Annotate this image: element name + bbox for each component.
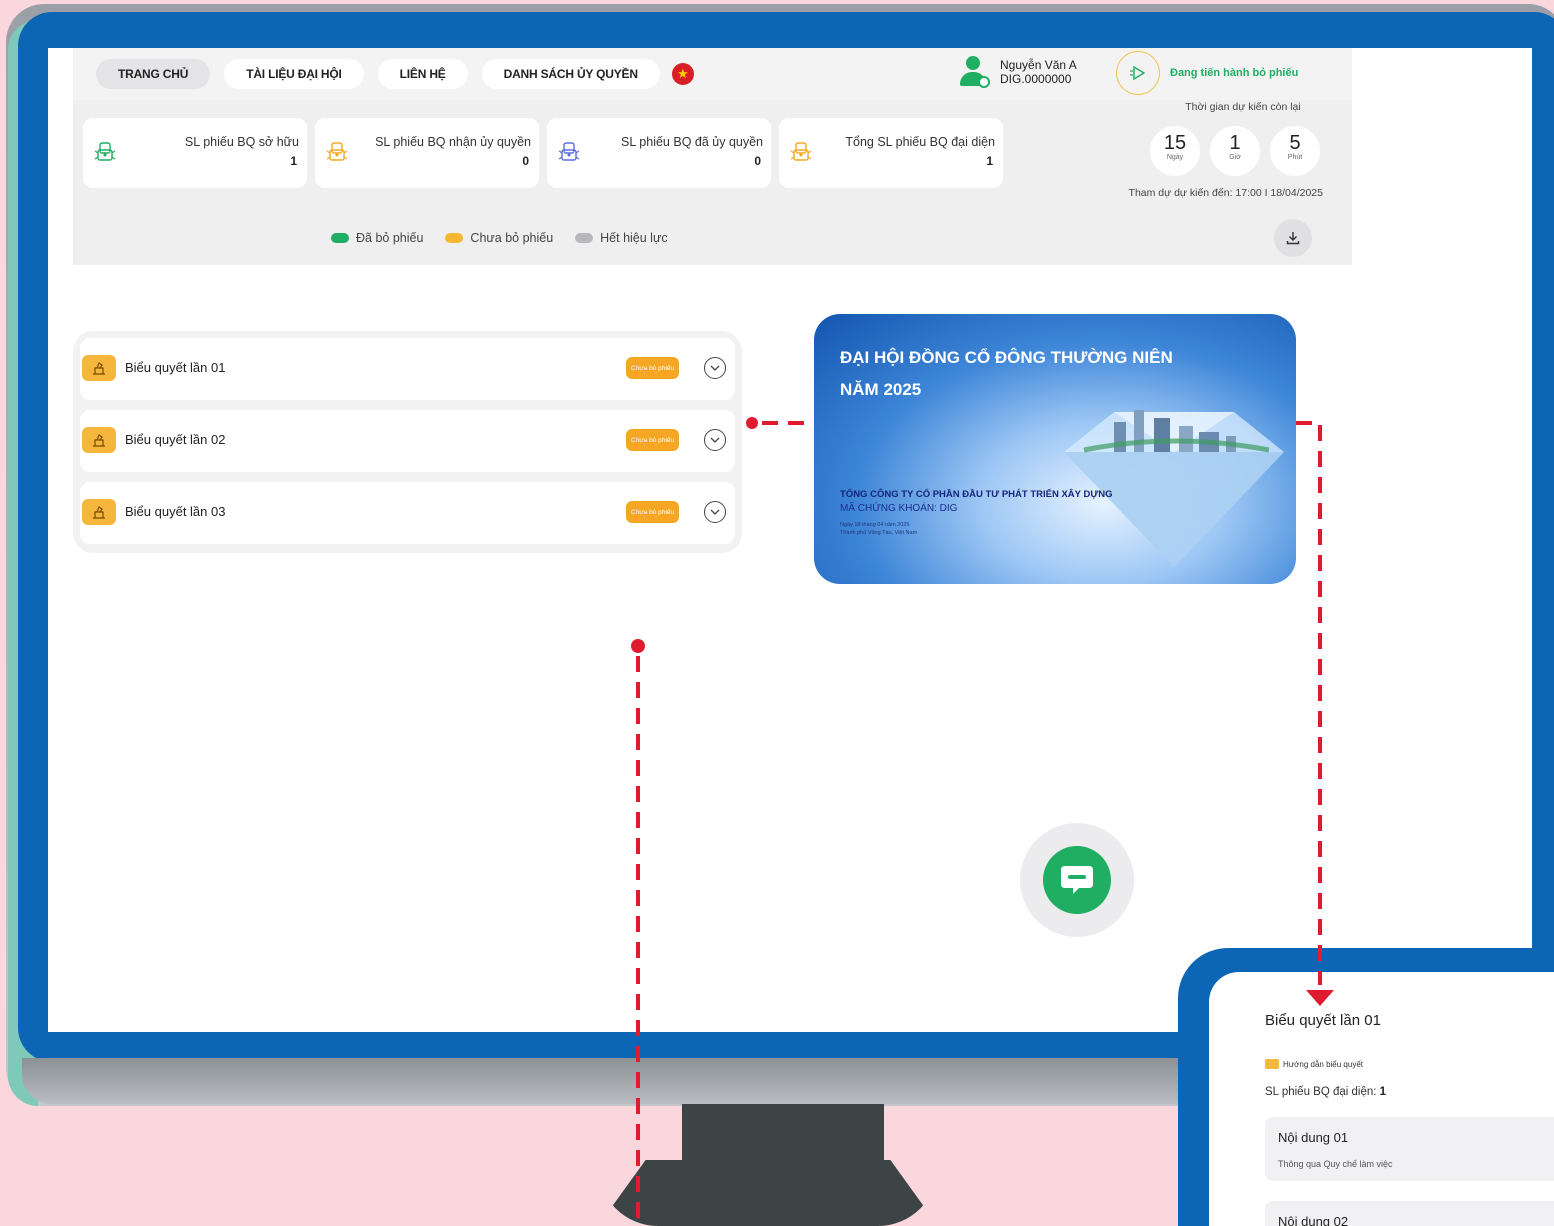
countdown-hours: 1 Giờ <box>1210 126 1260 176</box>
vote-row[interactable]: Biểu quyết lần 01 Chưa bỏ phiếu <box>80 338 735 400</box>
banner-stock-code: MÃ CHỨNG KHOÁN: DIG <box>840 503 958 514</box>
user-icon <box>958 54 990 90</box>
countdown-until: Tham dự dự kiến đến: 17:00 I 18/04/2025 <box>1128 187 1323 199</box>
status-badge: Chưa bỏ phiếu <box>626 357 680 379</box>
banner-date: Ngày 18 tháng 04 năm 2025 <box>840 522 910 528</box>
countdown-hours-value: 1 <box>1229 132 1241 154</box>
legend-dot <box>445 233 464 243</box>
detail-title: Biểu quyết lần 01 <box>1265 1012 1381 1029</box>
stats-section: SL phiếu BQ sở hữu 1 SL phiếu BQ nhận ủy… <box>73 100 1352 265</box>
content-card[interactable]: Nội dung 01 Thông qua Quy chế làm việc <box>1265 1117 1554 1181</box>
vote-row-label: Biểu quyết lần 03 <box>125 504 226 519</box>
banner-place: Thành phố Vũng Tàu, Việt Nam <box>840 530 918 536</box>
vietnam-flag-icon[interactable]: ★ <box>671 63 694 85</box>
main-nav: TRANG CHỦ TÀI LIỆU ĐẠI HỘI LIÊN HỆ DANH … <box>96 59 694 89</box>
legend-not-voted: Chưa bỏ phiếu <box>445 231 553 245</box>
vote-hand-icon <box>82 427 116 453</box>
content-card-title: Nội dung 01 <box>1278 1130 1349 1145</box>
legend-label: Đã bỏ phiếu <box>356 231 424 245</box>
stat-card-delegated: SL phiếu BQ đã ủy quyền 0 <box>547 118 771 188</box>
status-badge: Chưa bỏ phiếu <box>626 429 680 451</box>
vote-row-label: Biểu quyết lần 01 <box>125 360 226 375</box>
legend-expired: Hết hiệu lực <box>575 231 668 245</box>
chat-icon <box>1043 846 1111 914</box>
legend-dot <box>331 233 349 243</box>
stat-card-total: Tổng SL phiếu BQ đại diện 1 <box>779 118 1003 188</box>
chevron-down-icon[interactable] <box>704 357 726 379</box>
vote-detail-panel: Biểu quyết lần 01 Hướng dẫn biểu quyết S… <box>1209 972 1554 1226</box>
vote-hand-icon <box>82 355 116 381</box>
vote-row[interactable]: Biểu quyết lần 02 Chưa bỏ phiếu <box>80 410 735 472</box>
legend-label: Chưa bỏ phiếu <box>470 231 554 245</box>
content-card[interactable]: Nội dung 02 <box>1265 1201 1554 1226</box>
stat-value: 1 <box>290 154 297 168</box>
ballot-icon <box>558 142 580 161</box>
user-profile[interactable]: Nguyễn Văn A DIG.0000000 <box>958 54 1077 90</box>
detail-count: SL phiếu BQ đại diện: 1 <box>1265 1086 1386 1098</box>
tab-home[interactable]: TRANG CHỦ <box>96 59 211 89</box>
download-button[interactable] <box>1274 219 1312 257</box>
monitor-stand-base <box>598 1160 938 1226</box>
countdown-title: Thời gian dự kiến còn lại <box>1185 101 1301 113</box>
banner-title-line1: ĐẠI HỘI ĐỒNG CỔ ĐÔNG THƯỜNG NIÊN <box>840 348 1173 367</box>
stat-label: SL phiếu BQ nhận ủy quyền <box>375 135 531 149</box>
meeting-banner: ĐẠI HỘI ĐỒNG CỔ ĐÔNG THƯỜNG NIÊN NĂM 202… <box>814 314 1296 584</box>
voting-status[interactable]: Đang tiến hành bỏ phiếu <box>1116 51 1298 95</box>
stat-value: 1 <box>986 154 993 168</box>
stat-value: 0 <box>754 154 761 168</box>
tab-meeting-documents[interactable]: TÀI LIỆU ĐẠI HỘI <box>224 59 364 89</box>
top-navigation-bar: TRANG CHỦ TÀI LIỆU ĐẠI HỘI LIÊN HỆ DANH … <box>73 48 1352 100</box>
tab-proxy-list[interactable]: DANH SÁCH ỦY QUYỀN <box>481 59 660 89</box>
countdown-minutes-unit: Phút <box>1287 154 1303 161</box>
countdown-minutes: 5 Phút <box>1270 126 1320 176</box>
tab-contact[interactable]: LIÊN HỆ <box>377 59 468 89</box>
stat-card-received: SL phiếu BQ nhận ủy quyền 0 <box>315 118 539 188</box>
voting-guide-label: Hướng dẫn biểu quyết <box>1283 1059 1363 1069</box>
vote-hand-icon <box>82 499 116 525</box>
user-name: Nguyễn Văn A <box>1000 58 1077 72</box>
chat-button[interactable] <box>1020 823 1134 937</box>
vote-list: Biểu quyết lần 01 Chưa bỏ phiếu Biểu quy… <box>73 331 742 553</box>
voting-status-label: Đang tiến hành bỏ phiếu <box>1170 67 1299 79</box>
ballot-icon <box>326 142 348 161</box>
countdown-days-value: 15 <box>1163 132 1187 154</box>
diamond-city-illustration <box>1064 410 1284 567</box>
chevron-down-icon[interactable] <box>704 429 726 451</box>
banner-company: TỔNG CÔNG TY CỔ PHẦN ĐẦU TƯ PHÁT TRIỂN X… <box>840 489 1113 500</box>
legend-label: Hết hiệu lực <box>600 231 668 245</box>
banner-title-line2: NĂM 2025 <box>840 380 922 399</box>
user-id: DIG.0000000 <box>1000 72 1072 86</box>
countdown-minutes-value: 5 <box>1289 132 1301 154</box>
user-info: Nguyễn Văn A DIG.0000000 <box>1000 58 1077 86</box>
vote-row-label: Biểu quyết lần 02 <box>125 432 226 447</box>
play-icon <box>1116 51 1160 95</box>
vote-row[interactable]: Biểu quyết lần 03 Chưa bỏ phiếu <box>80 482 735 544</box>
legend-voted: Đã bỏ phiếu <box>331 231 423 245</box>
ballot-icon <box>790 142 812 161</box>
stat-card-owned: SL phiếu BQ sở hữu 1 <box>83 118 307 188</box>
content-card-desc: Thông qua Quy chế làm việc <box>1278 1159 1393 1169</box>
vote-legend: Đã bỏ phiếu Chưa bỏ phiếu Hết hiệu lực <box>331 231 668 245</box>
content-card-title: Nội dung 02 <box>1278 1214 1349 1226</box>
guide-icon <box>1265 1059 1279 1069</box>
stat-label: SL phiếu BQ sở hữu <box>184 135 299 149</box>
download-icon <box>1286 232 1300 245</box>
countdown-hours-unit: Giờ <box>1229 154 1241 161</box>
detail-count-value: 1 <box>1379 1086 1387 1098</box>
stat-value: 0 <box>522 154 529 168</box>
status-badge: Chưa bỏ phiếu <box>626 501 680 523</box>
detail-count-label: SL phiếu BQ đại diện: <box>1265 1086 1377 1098</box>
legend-dot <box>575 233 594 243</box>
stat-label: Tổng SL phiếu BQ đại diện <box>845 135 995 149</box>
chevron-down-icon[interactable] <box>704 501 726 523</box>
countdown-days-unit: Ngày <box>1166 154 1184 161</box>
stat-label: SL phiếu BQ đã ủy quyền <box>621 135 763 149</box>
monitor-screen: TRANG CHỦ TÀI LIỆU ĐẠI HỘI LIÊN HỆ DANH … <box>48 48 1532 1032</box>
voting-guide-link[interactable]: Hướng dẫn biểu quyết <box>1265 1059 1363 1069</box>
ballot-icon <box>94 142 116 161</box>
countdown-days: 15 Ngày <box>1150 126 1200 176</box>
